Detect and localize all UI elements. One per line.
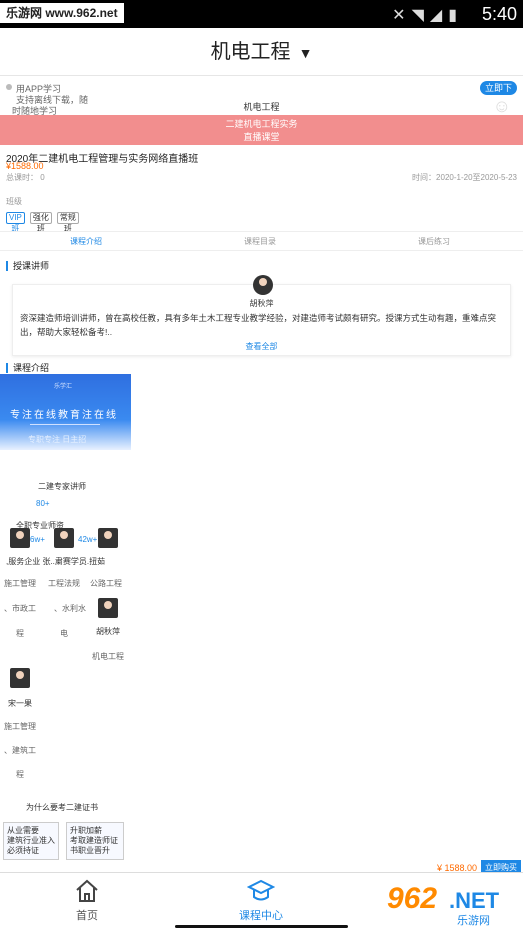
subject: 施工管理 [4, 722, 36, 731]
logo-number: 962 [387, 882, 438, 915]
nav-home[interactable]: 首页 [47, 877, 127, 923]
why-card: 从业需要 建筑行业准入必须持证 [3, 822, 59, 860]
course-tabs: 课程介绍 课程目录 课后练习 [0, 231, 523, 251]
intro-banner-image: 乐学汇 专注在线教育注在线 专职专注 日主招 [0, 374, 131, 450]
nav-home-label: 首页 [76, 910, 98, 922]
chevron-down-icon[interactable]: ▼ [299, 45, 313, 61]
battery-icon: ▮ [448, 7, 463, 24]
close-dot-icon[interactable] [6, 84, 12, 90]
why-card: 升职加薪 考取建造师证书职业晋升 [66, 822, 124, 860]
logo-cn: 乐游网 [457, 915, 490, 927]
nav-course-center-label: 课程中心 [239, 910, 283, 922]
open-app-button[interactable]: 立即下 [479, 81, 517, 95]
total-hours: 总课时： 0 [6, 173, 45, 182]
subject: 、水利水 [54, 604, 86, 613]
logo-net: .NET [449, 888, 500, 913]
mascot-icon: ☺ [492, 96, 511, 116]
expert-stat3: 42w+ [78, 535, 98, 544]
class-label: 班级 [6, 197, 22, 206]
why-card-tag: 从业需要 [7, 826, 39, 835]
teacher-name: 宋一果 [8, 699, 32, 708]
subject: 电 [60, 629, 68, 638]
signal-icon: ◢ [429, 7, 449, 24]
teacher-desc: 资深建造师培训讲师，曾在高校任教，具有多年土木工程专业教学经验，对建造师考试颇有… [20, 313, 497, 337]
subject: 机电工程 [92, 652, 124, 661]
why-card-tag: 升职加薪 [70, 826, 102, 835]
banner-line2: 直播课堂 [243, 132, 280, 142]
teacher-heading: 授课讲师 [6, 261, 49, 271]
course-time: 时间：2020-1-20至2020-5-23 [412, 173, 517, 182]
why-title: 为什么要考二建证书 [26, 803, 98, 812]
avatar [10, 528, 30, 548]
intro-heading: 课程介绍 [6, 363, 49, 373]
class-option-top: VIP [6, 212, 25, 224]
expert-row: ,服务企业 张..粛赛学员.扭茹 [6, 557, 106, 566]
intro-image-slogan: 专注在线教育注在线 [10, 410, 118, 421]
subject-label: 机电工程 [243, 102, 280, 112]
avatar [98, 598, 118, 618]
class-option-top: 强化 [29, 212, 52, 224]
subject: 工程法规 [48, 579, 80, 588]
subject: 程 [16, 770, 24, 779]
course-price: ¥1588.00 [6, 161, 44, 171]
tab-intro[interactable]: 课程介绍 [70, 236, 102, 247]
avatar [98, 528, 118, 548]
why-card-text: 考取建造师证书职业晋升 [70, 836, 118, 855]
banner-line1: 二建机电工程实务 [225, 119, 298, 129]
intro-image-divider [30, 424, 100, 425]
subject: 、建筑工 [4, 746, 36, 755]
wifi-icon: ◥ [411, 7, 430, 24]
avatar [10, 668, 30, 688]
nav-course-center[interactable]: 课程中心 [221, 877, 301, 923]
vibrate-off-icon: ✕ [392, 7, 412, 24]
teacher-name: 胡秋萍 [249, 299, 274, 308]
expert-stat1: 80+ [36, 499, 50, 508]
intro-image-sub: 专职专注 日主招 [28, 435, 87, 444]
graduation-cap-icon [247, 879, 275, 901]
avatar [253, 275, 273, 295]
why-card-text: 建筑行业准入必须持证 [7, 836, 55, 855]
app-download-bar: 用APP学习 支持离线下载，随 时随地学习 机电工程 立即下 ☺ [0, 78, 523, 118]
tab-catalog[interactable]: 课程目录 [244, 236, 276, 247]
subject: 施工管理 [4, 579, 36, 588]
clock: 5:40 [481, 4, 517, 24]
teacher-name: 胡秋萍 [96, 627, 120, 636]
watermark-logo: 962 .NET 乐游网 [387, 882, 517, 927]
subject: 公路工程 [90, 579, 122, 588]
view-all-link[interactable]: 查看全部 [13, 341, 510, 352]
course-banner: 二建机电工程实务 直播课堂 [0, 115, 523, 145]
subject: 、市政工 [4, 604, 36, 613]
tab-exercises[interactable]: 课后练习 [418, 236, 450, 247]
class-option-top: 常规 [56, 212, 79, 224]
avatar [54, 528, 74, 548]
home-icon [76, 879, 98, 902]
teacher-card: 胡秋萍 资深建造师培训讲师，曾在高校任教，具有多年土木工程专业教学经验，对建造师… [12, 275, 511, 356]
watermark-label: 乐游网 www.962.net [0, 3, 124, 23]
expert-stat2: 6w+ [30, 535, 45, 544]
top-nav: 机电工程 ▼ [0, 28, 523, 76]
home-indicator [175, 925, 348, 928]
intro-image-brand: 乐学汇 [54, 384, 73, 390]
subject: 程 [16, 629, 24, 638]
page-title[interactable]: 机电工程 [211, 41, 291, 63]
status-bar: 乐游网 www.962.net ✕◥◢▮ 5:40 [0, 0, 523, 28]
expert-title: 二建专家讲师 [38, 482, 86, 491]
status-icons: ✕◥◢▮ [392, 5, 463, 25]
